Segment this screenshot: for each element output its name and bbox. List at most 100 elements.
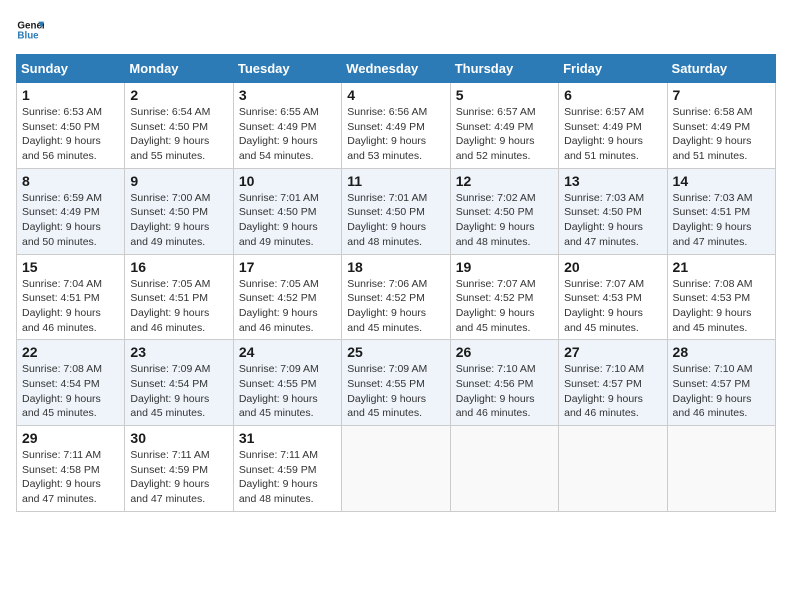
day-number-21: 21 [673,259,770,275]
day-info-5: Sunrise: 6:57 AM Sunset: 4:49 PM Dayligh… [456,105,553,164]
day-info-23: Sunrise: 7:09 AM Sunset: 4:54 PM Dayligh… [130,362,227,421]
day-info-19: Sunrise: 7:07 AM Sunset: 4:52 PM Dayligh… [456,277,553,336]
day-number-27: 27 [564,344,661,360]
day-number-29: 29 [22,430,119,446]
day-cell-24: 24 Sunrise: 7:09 AM Sunset: 4:55 PM Dayl… [233,340,341,426]
header-saturday: Saturday [667,55,775,83]
day-info-11: Sunrise: 7:01 AM Sunset: 4:50 PM Dayligh… [347,191,444,250]
day-info-4: Sunrise: 6:56 AM Sunset: 4:49 PM Dayligh… [347,105,444,164]
day-number-14: 14 [673,173,770,189]
day-cell-16: 16 Sunrise: 7:05 AM Sunset: 4:51 PM Dayl… [125,254,233,340]
day-number-6: 6 [564,87,661,103]
day-info-26: Sunrise: 7:10 AM Sunset: 4:56 PM Dayligh… [456,362,553,421]
day-number-28: 28 [673,344,770,360]
day-cell-12: 12 Sunrise: 7:02 AM Sunset: 4:50 PM Dayl… [450,168,558,254]
day-cell-22: 22 Sunrise: 7:08 AM Sunset: 4:54 PM Dayl… [17,340,125,426]
day-cell-27: 27 Sunrise: 7:10 AM Sunset: 4:57 PM Dayl… [559,340,667,426]
day-number-11: 11 [347,173,444,189]
day-number-4: 4 [347,87,444,103]
day-number-16: 16 [130,259,227,275]
header-friday: Friday [559,55,667,83]
empty-cell [559,426,667,512]
day-info-22: Sunrise: 7:08 AM Sunset: 4:54 PM Dayligh… [22,362,119,421]
empty-cell [450,426,558,512]
day-cell-26: 26 Sunrise: 7:10 AM Sunset: 4:56 PM Dayl… [450,340,558,426]
day-info-30: Sunrise: 7:11 AM Sunset: 4:59 PM Dayligh… [130,448,227,507]
day-info-12: Sunrise: 7:02 AM Sunset: 4:50 PM Dayligh… [456,191,553,250]
day-cell-4: 4 Sunrise: 6:56 AM Sunset: 4:49 PM Dayli… [342,83,450,169]
day-info-6: Sunrise: 6:57 AM Sunset: 4:49 PM Dayligh… [564,105,661,164]
day-cell-5: 5 Sunrise: 6:57 AM Sunset: 4:49 PM Dayli… [450,83,558,169]
calendar-row-4: 22 Sunrise: 7:08 AM Sunset: 4:54 PM Dayl… [17,340,776,426]
day-cell-31: 31 Sunrise: 7:11 AM Sunset: 4:59 PM Dayl… [233,426,341,512]
day-cell-15: 15 Sunrise: 7:04 AM Sunset: 4:51 PM Dayl… [17,254,125,340]
day-info-29: Sunrise: 7:11 AM Sunset: 4:58 PM Dayligh… [22,448,119,507]
day-number-5: 5 [456,87,553,103]
header-wednesday: Wednesday [342,55,450,83]
day-number-7: 7 [673,87,770,103]
day-number-23: 23 [130,344,227,360]
day-info-13: Sunrise: 7:03 AM Sunset: 4:50 PM Dayligh… [564,191,661,250]
day-cell-9: 9 Sunrise: 7:00 AM Sunset: 4:50 PM Dayli… [125,168,233,254]
day-info-24: Sunrise: 7:09 AM Sunset: 4:55 PM Dayligh… [239,362,336,421]
day-info-31: Sunrise: 7:11 AM Sunset: 4:59 PM Dayligh… [239,448,336,507]
day-number-22: 22 [22,344,119,360]
day-cell-29: 29 Sunrise: 7:11 AM Sunset: 4:58 PM Dayl… [17,426,125,512]
day-info-20: Sunrise: 7:07 AM Sunset: 4:53 PM Dayligh… [564,277,661,336]
day-number-31: 31 [239,430,336,446]
day-cell-11: 11 Sunrise: 7:01 AM Sunset: 4:50 PM Dayl… [342,168,450,254]
day-cell-19: 19 Sunrise: 7:07 AM Sunset: 4:52 PM Dayl… [450,254,558,340]
day-cell-3: 3 Sunrise: 6:55 AM Sunset: 4:49 PM Dayli… [233,83,341,169]
day-number-30: 30 [130,430,227,446]
calendar-row-5: 29 Sunrise: 7:11 AM Sunset: 4:58 PM Dayl… [17,426,776,512]
day-cell-10: 10 Sunrise: 7:01 AM Sunset: 4:50 PM Dayl… [233,168,341,254]
svg-text:Blue: Blue [17,30,39,41]
day-cell-25: 25 Sunrise: 7:09 AM Sunset: 4:55 PM Dayl… [342,340,450,426]
day-info-28: Sunrise: 7:10 AM Sunset: 4:57 PM Dayligh… [673,362,770,421]
day-cell-23: 23 Sunrise: 7:09 AM Sunset: 4:54 PM Dayl… [125,340,233,426]
day-number-19: 19 [456,259,553,275]
day-number-13: 13 [564,173,661,189]
header-thursday: Thursday [450,55,558,83]
day-cell-14: 14 Sunrise: 7:03 AM Sunset: 4:51 PM Dayl… [667,168,775,254]
calendar-row-3: 15 Sunrise: 7:04 AM Sunset: 4:51 PM Dayl… [17,254,776,340]
day-number-1: 1 [22,87,119,103]
day-info-18: Sunrise: 7:06 AM Sunset: 4:52 PM Dayligh… [347,277,444,336]
day-info-14: Sunrise: 7:03 AM Sunset: 4:51 PM Dayligh… [673,191,770,250]
day-info-25: Sunrise: 7:09 AM Sunset: 4:55 PM Dayligh… [347,362,444,421]
day-info-7: Sunrise: 6:58 AM Sunset: 4:49 PM Dayligh… [673,105,770,164]
day-info-15: Sunrise: 7:04 AM Sunset: 4:51 PM Dayligh… [22,277,119,336]
day-info-27: Sunrise: 7:10 AM Sunset: 4:57 PM Dayligh… [564,362,661,421]
day-number-26: 26 [456,344,553,360]
day-cell-7: 7 Sunrise: 6:58 AM Sunset: 4:49 PM Dayli… [667,83,775,169]
day-cell-21: 21 Sunrise: 7:08 AM Sunset: 4:53 PM Dayl… [667,254,775,340]
day-info-1: Sunrise: 6:53 AM Sunset: 4:50 PM Dayligh… [22,105,119,164]
day-cell-18: 18 Sunrise: 7:06 AM Sunset: 4:52 PM Dayl… [342,254,450,340]
day-cell-13: 13 Sunrise: 7:03 AM Sunset: 4:50 PM Dayl… [559,168,667,254]
day-cell-8: 8 Sunrise: 6:59 AM Sunset: 4:49 PM Dayli… [17,168,125,254]
day-info-9: Sunrise: 7:00 AM Sunset: 4:50 PM Dayligh… [130,191,227,250]
header-sunday: Sunday [17,55,125,83]
page-header: General Blue [16,16,776,44]
day-number-2: 2 [130,87,227,103]
day-cell-6: 6 Sunrise: 6:57 AM Sunset: 4:49 PM Dayli… [559,83,667,169]
calendar-row-2: 8 Sunrise: 6:59 AM Sunset: 4:49 PM Dayli… [17,168,776,254]
day-cell-2: 2 Sunrise: 6:54 AM Sunset: 4:50 PM Dayli… [125,83,233,169]
day-info-2: Sunrise: 6:54 AM Sunset: 4:50 PM Dayligh… [130,105,227,164]
day-number-24: 24 [239,344,336,360]
calendar-row-1: 1 Sunrise: 6:53 AM Sunset: 4:50 PM Dayli… [17,83,776,169]
day-info-3: Sunrise: 6:55 AM Sunset: 4:49 PM Dayligh… [239,105,336,164]
day-number-20: 20 [564,259,661,275]
header-tuesday: Tuesday [233,55,341,83]
day-cell-28: 28 Sunrise: 7:10 AM Sunset: 4:57 PM Dayl… [667,340,775,426]
day-number-10: 10 [239,173,336,189]
day-cell-1: 1 Sunrise: 6:53 AM Sunset: 4:50 PM Dayli… [17,83,125,169]
day-info-21: Sunrise: 7:08 AM Sunset: 4:53 PM Dayligh… [673,277,770,336]
day-cell-30: 30 Sunrise: 7:11 AM Sunset: 4:59 PM Dayl… [125,426,233,512]
day-number-18: 18 [347,259,444,275]
logo: General Blue [16,16,48,44]
empty-cell [342,426,450,512]
day-cell-20: 20 Sunrise: 7:07 AM Sunset: 4:53 PM Dayl… [559,254,667,340]
day-number-25: 25 [347,344,444,360]
empty-cell [667,426,775,512]
